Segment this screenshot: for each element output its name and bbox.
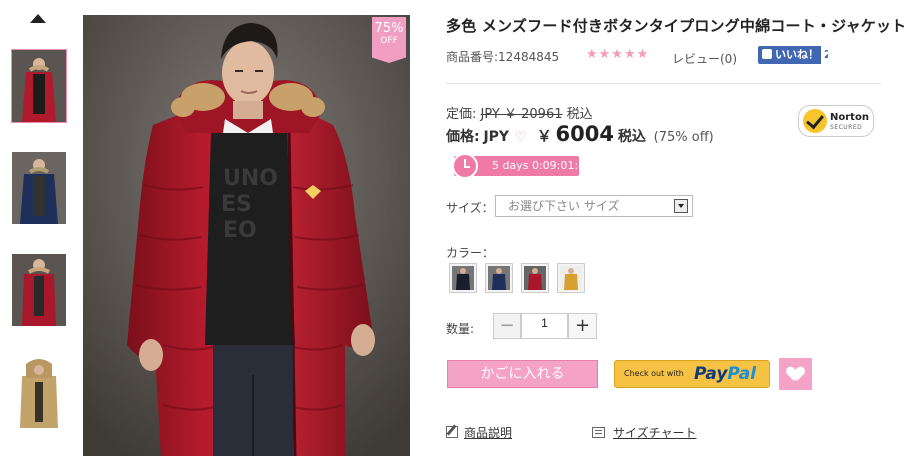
triangle-up-icon[interactable]	[30, 14, 46, 23]
color-swatch-red[interactable]	[521, 263, 549, 293]
sku-number: 12484845	[498, 50, 560, 64]
svg-text:UNO: UNO	[223, 166, 278, 191]
product-info-panel: 多色 メンズフード付きボタンタイプロング中綿コート・ジャケット 商品番号:124…	[446, 0, 909, 456]
norton-subtitle: SECURED	[830, 124, 863, 131]
countdown-timer: 5 days 0:09:01:400	[452, 153, 599, 179]
facebook-like-button[interactable]: いいね！ 2	[758, 46, 828, 64]
product-description-link[interactable]: 商品説明	[446, 424, 512, 441]
quantity-minus-button[interactable]: −	[493, 313, 521, 339]
thumbnail-navy-coat[interactable]	[12, 152, 66, 224]
rating-stars: ★★★★★	[586, 47, 650, 62]
paypal-prefix: Check out with	[624, 369, 684, 378]
sale-price-tax: 税込	[617, 129, 646, 145]
sku-row: 商品番号:12484845	[446, 48, 559, 65]
thumbnail-red-coat[interactable]	[11, 49, 67, 123]
color-swatch-yellow[interactable]	[557, 263, 585, 293]
discount-off-text: OFF	[380, 36, 398, 46]
list-price-tax: 税込	[566, 107, 593, 122]
thumbnail-red-coat-side[interactable]	[12, 254, 66, 326]
paypal-pal-text: Pal	[727, 364, 757, 384]
size-select-value: お選び下さい サイズ	[508, 199, 620, 213]
sale-price-value: 6004	[555, 122, 614, 146]
currency-selector[interactable]: JPY	[483, 129, 509, 145]
paypal-checkout-button[interactable]: Check out with PayPal	[614, 360, 770, 388]
dropdown-arrow-icon[interactable]	[674, 199, 688, 213]
divider	[446, 83, 881, 84]
size-chart-link[interactable]: サイズチャート	[592, 424, 697, 441]
wishlist-heart-icon[interactable]	[779, 358, 812, 390]
checkmark-icon	[803, 109, 827, 133]
list-price-row: 定価: JPY ￥ 20961 税込	[446, 103, 593, 122]
svg-text:ES: ES	[221, 192, 252, 217]
list-price-label: 定価:	[446, 107, 477, 122]
like-label: いいね！	[775, 48, 819, 61]
add-to-cart-button[interactable]: かごに入れる	[447, 360, 598, 388]
quantity-input[interactable]: 1	[521, 313, 568, 339]
discount-badge: 75% OFF	[372, 17, 406, 63]
thumbs-up-icon	[762, 49, 772, 59]
clock-icon	[452, 153, 478, 179]
countdown-text: 5 days 0:09:01:400	[492, 159, 600, 172]
edit-icon	[446, 426, 458, 438]
size-label: サイズ：	[446, 201, 494, 215]
color-label: カラー：	[446, 246, 495, 260]
chevron-down-icon[interactable]: ♡	[515, 130, 527, 145]
list-price-value: JPY ￥ 20961	[480, 107, 563, 122]
list-icon	[592, 427, 605, 438]
color-swatch-dark[interactable]	[449, 263, 477, 293]
sale-price-row: 価格: JPY ♡ ￥ 6004 税込 (75% off)	[446, 122, 714, 146]
size-chart-label: サイズチャート	[613, 426, 697, 440]
review-count-link[interactable]: レビュー(0)	[672, 50, 737, 67]
sku-label: 商品番号:	[446, 50, 499, 64]
norton-title: Norton	[830, 112, 869, 123]
svg-text:EO: EO	[223, 218, 257, 243]
sale-price-label: 価格:	[446, 129, 480, 145]
product-description-label: 商品説明	[464, 426, 513, 440]
quantity-label: 数量:	[446, 322, 475, 336]
norton-secured-badge[interactable]: Norton SECURED	[798, 105, 874, 137]
color-swatch-navy[interactable]	[485, 263, 513, 293]
yen-sign: ￥	[536, 127, 552, 145]
thumbnail-khaki-coat[interactable]	[12, 356, 66, 428]
paypal-pay-text: Pay	[694, 364, 728, 384]
like-count: 2	[821, 46, 828, 64]
percent-off: (75% off)	[653, 130, 714, 145]
product-title: 多色 メンズフード付きボタンタイプロング中綿コート・ジャケット	[446, 17, 907, 35]
product-photo: UNO ES EO	[83, 15, 410, 456]
quantity-plus-button[interactable]: +	[568, 313, 597, 339]
discount-percent: 75%	[374, 21, 404, 36]
thumbnail-gallery	[0, 0, 80, 456]
paypal-logo: PayPal	[694, 364, 756, 384]
main-product-image[interactable]: UNO ES EO 75% OFF	[83, 15, 410, 456]
size-select[interactable]: お選び下さい サイズ	[495, 195, 693, 217]
